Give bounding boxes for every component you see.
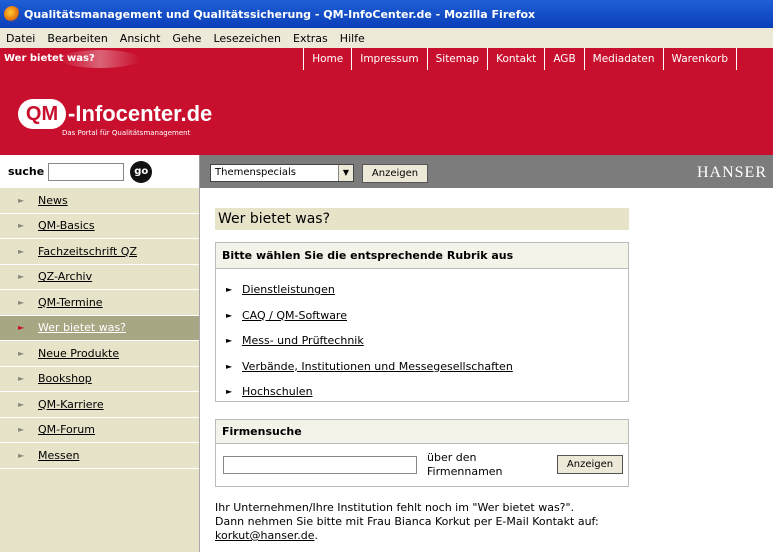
sidebar-item-qm-forum[interactable]: ► QM-Forum [0,418,199,443]
triangle-icon: ► [226,285,233,295]
triangle-icon: ► [18,374,25,384]
page-title: Wer bietet was? [215,208,629,230]
rubric-item-hochschulen[interactable]: ► Hochschulen [216,379,628,405]
sidebar: ► News ► QM-Basics ► Fachzeitschrift QZ … [0,188,200,552]
sidebar-item-qm-basics[interactable]: ► QM-Basics [0,214,199,239]
firm-search-heading: Firmensuche [216,420,628,444]
sidebar-item-bookshop[interactable]: ► Bookshop [0,367,199,392]
firm-search-hint: über den Firmennamen [427,451,503,478]
menu-datei[interactable]: Datei [6,32,35,45]
contact-note: Ihr Unternehmen/Ihre Institution fehlt n… [215,501,635,543]
main-content: Wer bietet was? Bitte wählen Sie die ent… [200,188,773,552]
rubric-list: ► Dienstleistungen ► CAQ / QM-Software ►… [216,269,628,405]
logo-subtitle: Das Portal für Qualitätsmanagement [62,129,191,137]
sidebar-item-label: Wer bietet was? [38,321,127,335]
hanser-brand[interactable]: HANSER [697,164,767,182]
swoosh-decoration [60,50,140,68]
rubric-link[interactable]: Dienstleistungen [242,283,335,296]
sidebar-item-wer-bietet-was[interactable]: ► Wer bietet was? [0,315,199,341]
note-line-2: Dann nehmen Sie bitte mit Frau Bianca Ko… [215,515,599,528]
triangle-icon: ► [18,425,25,435]
triangle-icon: ► [18,323,25,333]
nav-agb[interactable]: AGB [544,48,583,70]
sidebar-item-label: QM-Basics [38,219,95,233]
search-input[interactable] [48,162,125,181]
firm-search-input[interactable] [223,456,417,474]
triangle-icon: ► [18,221,25,231]
rubric-link[interactable]: Hochschulen [242,385,313,398]
rubric-heading: Bitte wählen Sie die entsprechende Rubri… [216,243,628,269]
dropdown-arrow-icon[interactable]: ▼ [338,165,353,181]
firm-search-box: Firmensuche über den Firmennamen Anzeige… [215,419,629,487]
sidebar-item-fachzeitschrift-qz[interactable]: ► Fachzeitschrift QZ [0,239,199,265]
site-search: suche go [0,155,200,188]
sidebar-item-label: Messen [38,448,80,462]
sidebar-item-label: Fachzeitschrift QZ [38,244,137,258]
sidebar-item-messen[interactable]: ► Messen [0,443,199,469]
triangle-icon: ► [18,246,25,256]
triangle-icon: ► [18,195,25,205]
menu-hilfe[interactable]: Hilfe [340,32,365,45]
note-trailing: . [314,529,319,542]
menu-gehe[interactable]: Gehe [172,32,201,45]
search-label: suche [8,165,45,178]
nav-mediadaten[interactable]: Mediadaten [583,48,663,70]
sidebar-item-label: QM-Karriere [38,397,104,411]
sidebar-item-neue-produkte[interactable]: ► Neue Produkte [0,341,199,367]
sidebar-item-label: QM-Termine [38,295,103,309]
sidebar-item-label: QM-Forum [38,423,95,437]
menu-extras[interactable]: Extras [293,32,328,45]
nav-impressum[interactable]: Impressum [351,48,426,70]
sidebar-item-label: News [38,193,68,207]
rubric-link[interactable]: CAQ / QM-Software [242,309,347,322]
rubric-box: Bitte wählen Sie die entsprechende Rubri… [215,242,629,402]
email-link[interactable]: korkut@hanser.de [215,529,315,542]
theme-select[interactable]: Themenspecials ▼ [210,164,354,182]
menu-lesezeichen[interactable]: Lesezeichen [213,32,281,45]
triangle-icon: ► [226,336,233,346]
show-button[interactable]: Anzeigen [362,164,428,183]
rubric-link[interactable]: Verbände, Institutionen und Messegesells… [242,360,513,373]
menu-bar: Datei Bearbeiten Ansicht Gehe Lesezeiche… [0,28,773,48]
sidebar-item-label: Bookshop [38,372,92,386]
triangle-icon: ► [226,387,233,397]
triangle-icon: ► [226,361,233,371]
sidebar-item-label: Neue Produkte [38,346,120,360]
menu-ansicht[interactable]: Ansicht [120,32,161,45]
note-email-line: korkut@hanser.de. [215,529,635,543]
sidebar-item-news[interactable]: ► News [0,188,199,214]
nav-home[interactable]: Home [303,48,351,70]
nav-warenkorb[interactable]: Warenkorb [662,48,737,70]
triangle-icon: ► [18,450,25,460]
nav-kontakt[interactable]: Kontakt [487,48,544,70]
rubric-item-messtechnik[interactable]: ► Mess- und Prüftechnik [216,328,628,354]
firefox-icon [4,6,20,22]
sidebar-item-qm-karriere[interactable]: ► QM-Karriere [0,392,199,418]
note-line-1: Ihr Unternehmen/Ihre Institution fehlt n… [215,501,575,514]
triangle-icon: ► [18,348,25,358]
theme-select-value: Themenspecials [215,167,296,178]
sidebar-item-label: QZ-Archiv [38,270,93,284]
firm-search-button[interactable]: Anzeigen [557,455,623,474]
site-logo[interactable]: QM -Infocenter.de Das Portal für Qualitä… [18,99,213,137]
logo-name: -Infocenter.de [68,101,213,126]
window-titlebar: Qualitätsmanagement und Qualitätssicheru… [0,0,773,28]
menu-bearbeiten[interactable]: Bearbeiten [47,32,107,45]
nav-sitemap[interactable]: Sitemap [426,48,488,70]
triangle-icon: ► [18,297,25,307]
window-title: Qualitätsmanagement und Qualitätssicheru… [24,7,536,21]
logo-mark: QM [18,99,66,129]
rubric-item-dienstleistungen[interactable]: ► Dienstleistungen [216,277,628,303]
rubric-item-caq-software[interactable]: ► CAQ / QM-Software [216,303,628,329]
sidebar-item-qz-archiv[interactable]: ► QZ-Archiv [0,265,199,290]
triangle-icon: ► [18,272,25,282]
top-navigation: Home Impressum Sitemap Kontakt AGB Media… [303,48,773,70]
site-banner: QM -Infocenter.de Das Portal für Qualitä… [0,70,773,155]
triangle-icon: ► [18,399,25,409]
go-button[interactable]: go [130,160,153,183]
rubric-item-verbaende[interactable]: ► Verbände, Institutionen und Messegesel… [216,354,628,380]
triangle-icon: ► [226,310,233,320]
sidebar-item-qm-termine[interactable]: ► QM-Termine [0,290,199,316]
rubric-link[interactable]: Mess- und Prüftechnik [242,334,364,347]
